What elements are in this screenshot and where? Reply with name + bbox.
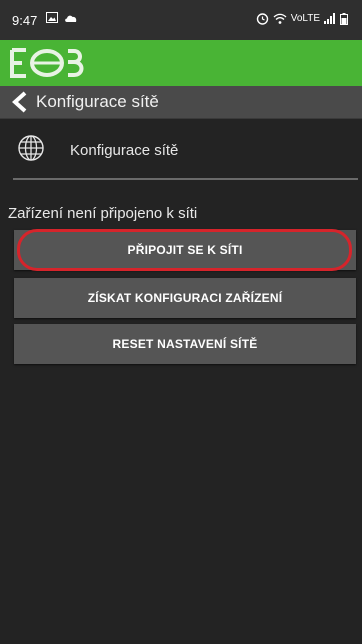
connect-network-button[interactable]: PŘIPOJIT SE K SÍTI: [14, 230, 356, 270]
globe-icon: [18, 135, 44, 161]
connection-status-text: Zařízení není připojeno k síti: [8, 205, 198, 222]
alarm-icon: [256, 13, 268, 25]
reset-network-button[interactable]: RESET NASTAVENÍ SÍTĚ: [14, 324, 356, 364]
cloud-icon: [65, 15, 77, 22]
page-title: Konfigurace sítě: [36, 92, 159, 111]
section-title: Konfigurace sítě: [70, 142, 179, 159]
signal-icon: [324, 13, 335, 24]
status-time: 9:47: [12, 13, 38, 28]
title-bar: Konfigurace sítě: [0, 86, 362, 119]
status-bar: 9:47 VoLTE: [0, 0, 362, 40]
wifi-icon: [273, 13, 287, 24]
section-header: Konfigurace sítě: [0, 126, 362, 174]
brand-header: [0, 40, 362, 86]
get-device-config-button[interactable]: ZÍSKAT KONFIGURACI ZAŘÍZENÍ: [14, 278, 356, 318]
volte-label: VoLTE: [290, 13, 320, 24]
battery-icon: [340, 12, 348, 25]
section-divider: [13, 178, 358, 180]
gallery-icon: [46, 12, 58, 23]
back-arrow-icon[interactable]: [10, 91, 30, 113]
eob-logo-icon: [10, 48, 84, 78]
